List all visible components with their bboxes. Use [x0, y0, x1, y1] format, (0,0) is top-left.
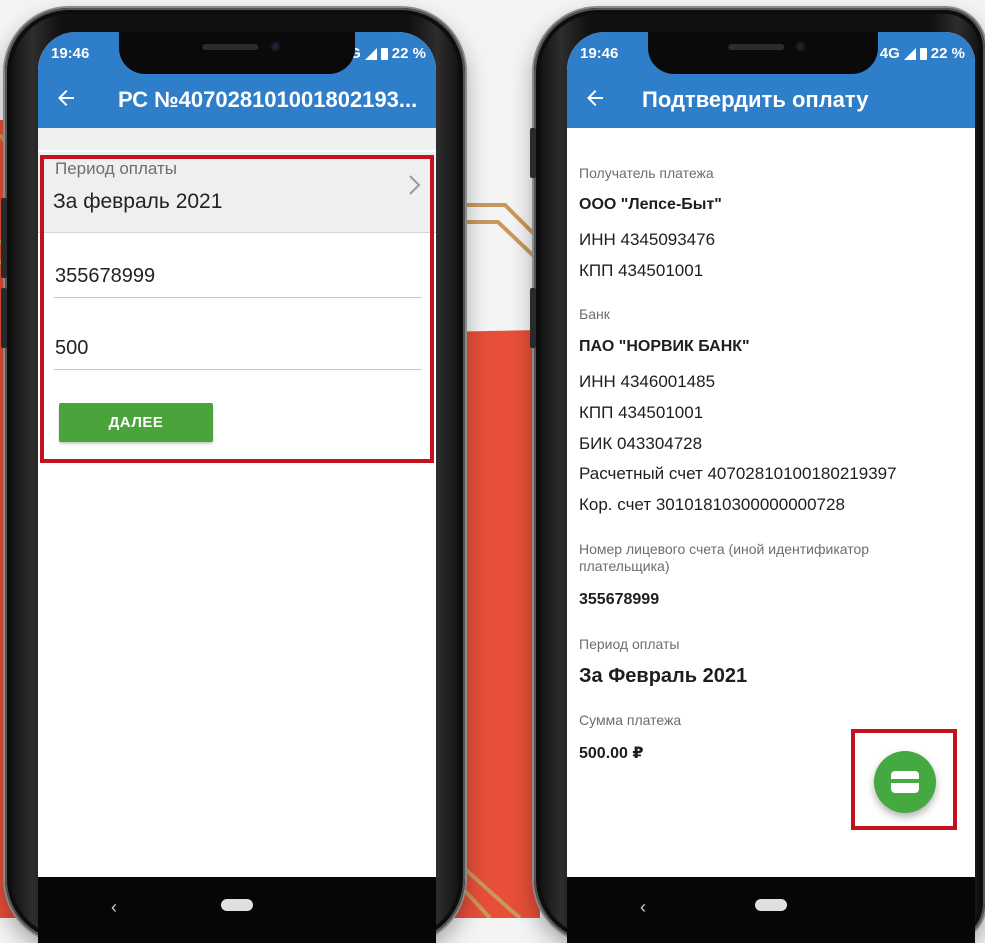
recipient-inn: ИНН 4345093476	[579, 230, 716, 249]
period-selector[interactable]: Период оплаты За февраль 2021	[38, 152, 436, 233]
signal-icon	[364, 47, 377, 60]
signal-icon	[903, 47, 916, 60]
left-screen: 19:46 G 22 % РС №407028101001802193... П…	[38, 32, 436, 943]
period-label: Период оплаты	[579, 636, 680, 652]
settlement-account: Расчетный счет 40702810100180219397	[579, 464, 897, 483]
nav-bar: ‹	[567, 877, 975, 943]
volume-button	[530, 288, 536, 348]
battery-level: 22 %	[930, 45, 965, 62]
amount-field[interactable]: 500	[54, 337, 422, 370]
nav-bar: ‹	[38, 877, 436, 943]
pay-fab-button[interactable]	[874, 751, 936, 813]
period-value: За Февраль 2021	[579, 665, 748, 687]
amount-label: Сумма платежа	[579, 712, 682, 728]
volume-button	[1, 288, 7, 348]
status-time: 19:46	[51, 45, 90, 62]
battery-icon	[919, 47, 927, 60]
period-label: Период оплаты	[55, 159, 178, 178]
camera-icon	[270, 41, 282, 52]
volume-button	[1, 198, 7, 278]
camera-icon	[795, 41, 807, 52]
chevron-right-icon	[409, 175, 421, 195]
period-value: За февраль 2021	[53, 190, 223, 213]
speaker	[728, 44, 785, 50]
status-system-icons: G 22 %	[349, 45, 426, 62]
speaker	[202, 44, 259, 50]
account-number-field[interactable]: 355678999	[54, 265, 422, 298]
arrow-left-icon[interactable]	[583, 86, 607, 110]
bank-inn: ИНН 4346001485	[579, 372, 716, 391]
app-bar: Подтвердить оплату	[567, 72, 975, 128]
network-type: 4G	[879, 45, 900, 62]
payer-id-label-line2: плательщика)	[579, 558, 670, 574]
bank-name: ПАО "НОРВИК БАНК"	[579, 338, 750, 355]
bank-kpp: КПП 434501001	[579, 403, 704, 422]
notch	[119, 32, 355, 74]
recipient-name: ООО "Лепсе-Быт"	[579, 196, 722, 213]
status-system-icons: 4G 22 %	[880, 45, 965, 62]
battery-level: 22 %	[391, 45, 426, 62]
notch	[647, 32, 878, 74]
battery-icon	[380, 47, 388, 60]
nav-back-icon[interactable]: ‹	[111, 897, 117, 918]
header-spacer	[38, 128, 436, 150]
home-pill-icon[interactable]	[755, 899, 787, 911]
nav-back-icon[interactable]: ‹	[640, 897, 646, 918]
page-title: РС №407028101001802193...	[118, 87, 418, 112]
recipient-label: Получатель платежа	[579, 165, 714, 181]
amount-value: 500.00 ₽	[579, 745, 644, 762]
bank-bik: БИК 043304728	[579, 434, 703, 453]
payer-id-value: 355678999	[579, 591, 660, 608]
recipient-kpp: КПП 434501001	[579, 261, 704, 280]
credit-card-icon	[891, 771, 919, 793]
next-button[interactable]: ДАЛЕЕ	[59, 403, 213, 442]
arrow-left-icon[interactable]	[54, 86, 78, 110]
status-time: 19:46	[580, 45, 619, 62]
right-screen: 19:46 4G 22 % Подтвердить оплату Получат…	[567, 32, 975, 943]
correspondent-account: Кор. счет 30101810300000000728	[579, 495, 845, 514]
app-bar: РС №407028101001802193...	[38, 72, 436, 128]
home-pill-icon[interactable]	[221, 899, 253, 911]
volume-button	[530, 128, 536, 178]
bank-label: Банк	[579, 306, 610, 322]
page-title: Подтвердить оплату	[642, 87, 869, 112]
payer-id-label-line1: Номер лицевого счета (иной идентификатор	[579, 541, 870, 557]
right-phone: 19:46 4G 22 % Подтвердить оплату Получат…	[530, 8, 985, 943]
left-phone: 19:46 G 22 % РС №407028101001802193... П…	[1, 8, 465, 943]
